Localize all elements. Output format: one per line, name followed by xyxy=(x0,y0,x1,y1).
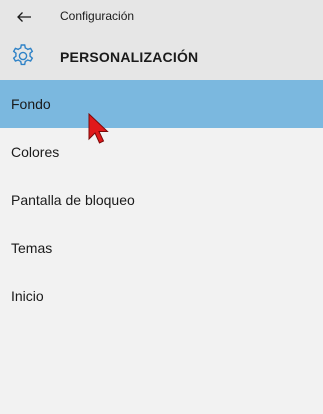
nav-item-pantalla-de-bloqueo[interactable]: Pantalla de bloqueo xyxy=(0,176,323,224)
settings-window: Configuración PERSONALIZACIÓN Fondo Colo… xyxy=(0,0,323,414)
back-button[interactable] xyxy=(6,3,42,31)
nav-item-temas[interactable]: Temas xyxy=(0,224,323,272)
page-title: PERSONALIZACIÓN xyxy=(60,49,199,65)
page-header: PERSONALIZACIÓN xyxy=(0,34,323,80)
nav-item-fondo[interactable]: Fondo xyxy=(0,80,323,128)
gear-icon xyxy=(12,44,34,66)
nav-item-inicio[interactable]: Inicio xyxy=(0,272,323,320)
title-bar: Configuración xyxy=(0,0,323,34)
nav-list: Fondo Colores Pantalla de bloqueo Temas … xyxy=(0,80,323,320)
back-arrow-icon xyxy=(17,12,31,22)
window-title: Configuración xyxy=(60,9,135,23)
nav-item-colores[interactable]: Colores xyxy=(0,128,323,176)
